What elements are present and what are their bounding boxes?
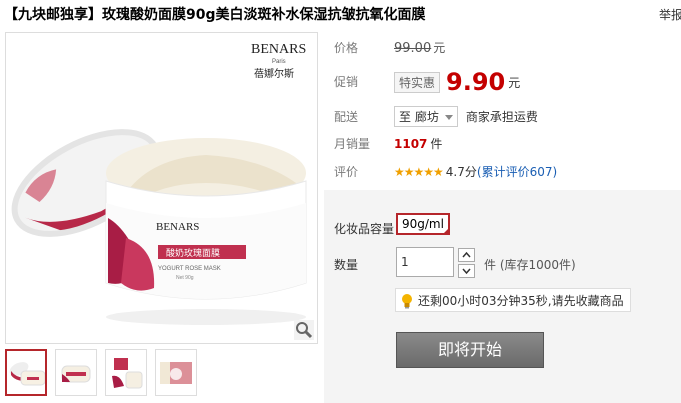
magnifier-icon[interactable]: [294, 320, 314, 340]
brand-chinese-name: 蓓娜尔斯: [254, 67, 294, 80]
sales-label: 月销量: [334, 137, 371, 151]
rating-score: 4.7分: [445, 165, 477, 179]
chevron-down-icon: [444, 115, 453, 120]
thumbnail-3[interactable]: [105, 349, 147, 396]
brand-logo: BENARS: [251, 42, 306, 57]
jar-brand: BENARS: [156, 221, 199, 233]
promo-row: 促销 特实惠 9.90 元: [334, 68, 520, 96]
promo-price: 9.90: [446, 68, 506, 96]
jar-label-cn: 酸奶玫瑰面膜: [166, 247, 220, 259]
price-label: 价格: [334, 41, 359, 55]
countdown-text: 还剩00小时03分钟35秒,请先收藏商品: [418, 294, 624, 308]
chevron-up-icon: [462, 251, 471, 258]
quantity-label: 数量: [334, 258, 359, 272]
price-row: 价格 99.00 元: [334, 39, 445, 56]
stock-info: 件 (库存1000件): [484, 258, 576, 272]
quantity-decrease-button[interactable]: [458, 264, 475, 278]
rating-label: 评价: [334, 165, 359, 179]
reviews-link[interactable]: (累计评价607): [477, 165, 557, 179]
main-product-image[interactable]: BENARS Paris 蓓娜尔斯 BENARS 酸奶玫瑰面膜 YOGURT R…: [5, 32, 318, 344]
product-title: 【九块邮独享】玫瑰酸奶面膜90g美白淡斑补水保湿抗皱抗氧化面膜: [4, 7, 426, 23]
delivery-row: 配送 至 廊坊 商家承担运费: [334, 106, 538, 127]
delivery-label: 配送: [334, 110, 359, 124]
report-link[interactable]: 举报: [659, 6, 681, 23]
thumbnail-1[interactable]: [5, 349, 47, 396]
rating-row: 评价 ★★★★★ 4.7分(累计评价607): [334, 163, 557, 180]
thumbnail-2[interactable]: [55, 349, 97, 396]
lightbulb-icon: [402, 293, 412, 308]
original-price-unit: 元: [433, 41, 446, 55]
brand-logo-small: Paris: [272, 59, 286, 65]
promo-price-unit: 元: [508, 75, 521, 90]
price-info: 价格 99.00 元 促销 特实惠 9.90 元 配送至 廊坊 商家承担运费 月销量 1107…: [322, 28, 681, 191]
jar-weight: Net 90g: [176, 275, 194, 281]
star-rating-icon: ★★★★★: [394, 165, 444, 179]
promo-label: 促销: [334, 74, 359, 89]
spec-option-90g[interactable]: 90g/ml: [396, 213, 450, 235]
chevron-down-icon: [462, 268, 471, 275]
quantity-input[interactable]: [396, 247, 454, 277]
coming-soon-button[interactable]: 即将开始: [396, 332, 544, 368]
purchase-options: 化妆品容量 90g/ml 数量 件 (库存1000件) 还剩00小时03分钟35…: [324, 190, 681, 403]
sales-row: 月销量 1107 件: [334, 135, 442, 152]
original-price: 99.00: [394, 41, 432, 56]
promo-tag: 特实惠: [394, 71, 441, 93]
quantity-increase-button[interactable]: [458, 248, 475, 262]
sales-unit: 件: [430, 137, 443, 151]
location-value: 至 廊坊: [399, 110, 439, 124]
jar-label-en: YOGURT ROSE MASK: [158, 266, 221, 272]
countdown-tip: 还剩00小时03分钟35秒,请先收藏商品: [395, 288, 631, 312]
spec-label: 化妆品容量: [334, 222, 395, 236]
shipping-info: 商家承担运费: [465, 110, 538, 124]
thumbnail-4[interactable]: [155, 349, 197, 396]
selected-check-icon: [442, 228, 449, 234]
location-select[interactable]: 至 廊坊: [394, 106, 458, 127]
spec-option-label: 90g/ml: [402, 217, 444, 231]
sales-count: 1107: [394, 137, 428, 151]
product-photo: BENARS Paris 蓓娜尔斯 BENARS 酸奶玫瑰面膜 YOGURT R…: [6, 33, 317, 343]
